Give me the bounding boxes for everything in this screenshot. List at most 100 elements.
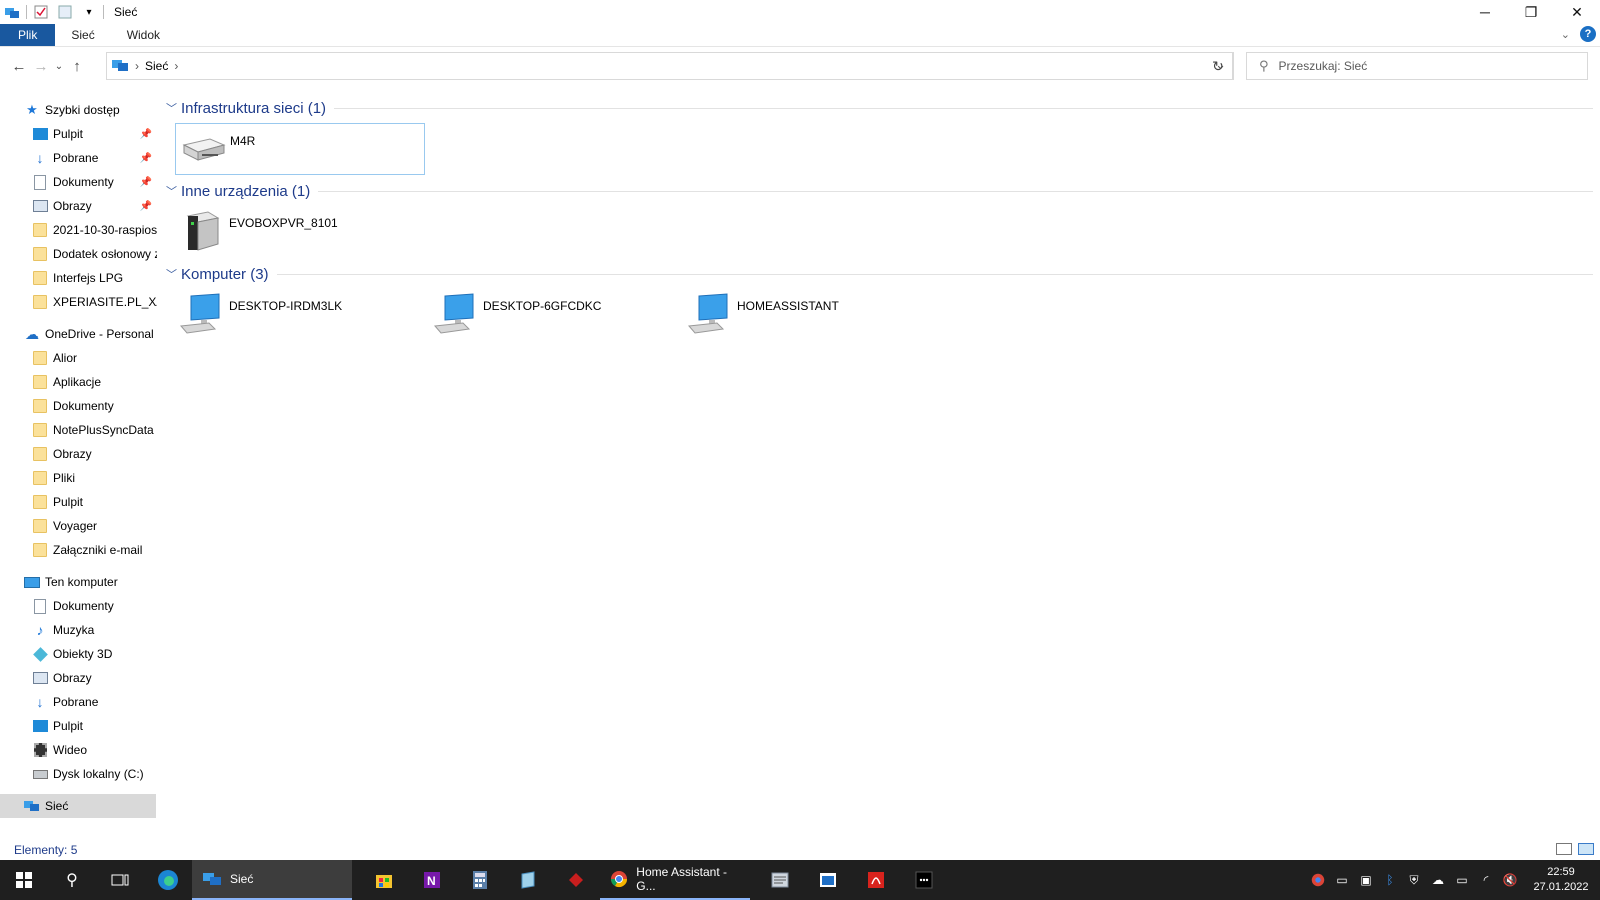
forward-arrow-icon[interactable]: → bbox=[30, 55, 52, 77]
network-app-icon[interactable] bbox=[4, 4, 20, 20]
refresh-button[interactable]: ↻ bbox=[1203, 52, 1234, 80]
pin-icon[interactable]: 📌 bbox=[140, 177, 152, 188]
sidebar-item-local-disk[interactable]: Dysk lokalny (C:) bbox=[0, 762, 157, 786]
device-tile-computer[interactable]: DESKTOP-IRDM3LK bbox=[175, 289, 425, 341]
minimize-button[interactable]: ─ bbox=[1462, 0, 1508, 24]
taskbar-file-explorer[interactable]: Sieć bbox=[192, 860, 352, 900]
sidebar-item-folder[interactable]: Alior bbox=[0, 346, 157, 370]
folder-sync-tray-icon[interactable]: ▭ bbox=[1330, 860, 1354, 900]
sidebar-item-folder[interactable]: Dodatek osłonowy z bbox=[0, 242, 157, 266]
group-header-other-devices[interactable]: ﹀ Inne urządzenia (1) bbox=[163, 181, 1593, 201]
sidebar-item-quick-access[interactable]: ★ Szybki dostęp bbox=[0, 98, 157, 122]
sidebar-item-folder[interactable]: NotePlusSyncData bbox=[0, 418, 157, 442]
sidebar-item-documents[interactable]: Dokumenty 📌 bbox=[0, 170, 157, 194]
device-tile-media-box[interactable]: EVOBOXPVR_8101 bbox=[175, 206, 425, 258]
customize-toolbar-dropdown-icon[interactable]: ▾ bbox=[81, 4, 97, 20]
collapse-chevron-icon[interactable]: ﹀ bbox=[166, 183, 177, 199]
onenote-icon[interactable]: N bbox=[408, 860, 456, 900]
properties-icon[interactable] bbox=[33, 4, 49, 20]
messaging-app-icon[interactable] bbox=[900, 860, 948, 900]
breadcrumb-separator-icon[interactable]: › bbox=[174, 59, 178, 73]
window-app-icon[interactable] bbox=[804, 860, 852, 900]
group-header-computers[interactable]: ﹀ Komputer (3) bbox=[163, 264, 1593, 284]
search-box[interactable]: ⚲ Przeszukaj: Sieć bbox=[1246, 52, 1588, 80]
sidebar-item-desktop[interactable]: Pulpit bbox=[0, 714, 157, 738]
device-tile-computer[interactable]: DESKTOP-6GFCDKC bbox=[429, 289, 679, 341]
navigation-pane[interactable]: ★ Szybki dostęp Pulpit 📌 ↓ Pobrane 📌 Dok… bbox=[0, 98, 157, 818]
new-folder-icon[interactable] bbox=[57, 4, 73, 20]
details-view-icon[interactable] bbox=[1556, 843, 1572, 855]
sidebar-item-folder[interactable]: XPERIASITE.PL_XA1_ bbox=[0, 290, 157, 314]
sidebar-item-music[interactable]: ♪ Muzyka bbox=[0, 618, 157, 642]
sidebar-item-videos[interactable]: Wideo bbox=[0, 738, 157, 762]
recent-locations-chevron-icon[interactable]: ⌄ bbox=[52, 55, 66, 77]
sidebar-item-pictures[interactable]: Obrazy 📌 bbox=[0, 194, 157, 218]
task-view-icon[interactable] bbox=[96, 860, 144, 900]
address-bar[interactable]: › Sieć › ⌄ bbox=[106, 52, 1233, 80]
tab-network[interactable]: Sieć bbox=[55, 24, 110, 46]
store-icon[interactable] bbox=[360, 860, 408, 900]
bluetooth-icon[interactable]: ᛒ bbox=[1378, 860, 1402, 900]
pin-icon[interactable]: 📌 bbox=[140, 201, 152, 212]
clock[interactable]: 22:59 27.01.2022 bbox=[1522, 860, 1600, 900]
desktop-icon bbox=[32, 718, 48, 734]
sidebar-item-folder[interactable]: 2021-10-30-raspios- bbox=[0, 218, 157, 242]
notepad-icon[interactable] bbox=[504, 860, 552, 900]
content-pane[interactable]: ﹀ Infrastruktura sieci (1) M4R ﹀ Inne ur… bbox=[163, 98, 1600, 838]
sidebar-item-folder[interactable]: Obrazy bbox=[0, 442, 157, 466]
maximize-button[interactable]: ❐ bbox=[1508, 0, 1554, 24]
volume-muted-icon[interactable]: 🔇 bbox=[1498, 860, 1522, 900]
window-controls: ─ ❐ ✕ bbox=[1462, 0, 1600, 24]
battery-icon[interactable]: ▭ bbox=[1450, 860, 1474, 900]
collapse-chevron-icon[interactable]: ﹀ bbox=[166, 266, 177, 282]
chrome-tray-icon[interactable] bbox=[1306, 860, 1330, 900]
edge-browser-icon[interactable] bbox=[144, 860, 192, 900]
sidebar-item-network[interactable]: Sieć bbox=[0, 794, 156, 818]
pin-icon[interactable]: 📌 bbox=[140, 129, 152, 140]
sidebar-item-folder[interactable]: Aplikacje bbox=[0, 370, 157, 394]
tab-file[interactable]: Plik bbox=[0, 24, 56, 46]
red-app-icon[interactable] bbox=[552, 860, 600, 900]
back-arrow-icon[interactable]: ← bbox=[8, 55, 30, 77]
taskbar-chrome[interactable]: Home Assistant - G... bbox=[600, 860, 750, 900]
sidebar-item-folder[interactable]: Załączniki e-mail bbox=[0, 538, 157, 562]
document-scanner-icon[interactable] bbox=[756, 860, 804, 900]
sidebar-item-folder[interactable]: Pulpit bbox=[0, 490, 157, 514]
breadcrumb-separator-icon[interactable]: › bbox=[135, 59, 139, 73]
sidebar-item-folder[interactable]: Pliki bbox=[0, 466, 157, 490]
sidebar-item-documents[interactable]: Dokumenty bbox=[0, 594, 157, 618]
tab-view[interactable]: Widok bbox=[111, 24, 176, 46]
sidebar-item-label: Dokumenty bbox=[53, 599, 114, 613]
tiles-view-icon[interactable] bbox=[1578, 843, 1594, 855]
sidebar-item-onedrive[interactable]: ☁ OneDrive - Personal bbox=[0, 322, 157, 346]
sidebar-item-folder[interactable]: Interfejs LPG bbox=[0, 266, 157, 290]
sidebar-item-3d-objects[interactable]: Obiekty 3D bbox=[0, 642, 157, 666]
device-tile-computer[interactable]: HOMEASSISTANT bbox=[683, 289, 933, 341]
security-shield-icon[interactable]: ⛨ bbox=[1402, 860, 1426, 900]
sidebar-item-this-pc[interactable]: Ten komputer bbox=[0, 570, 157, 594]
calculator-icon[interactable] bbox=[456, 860, 504, 900]
sidebar-item-folder[interactable]: Dokumenty bbox=[0, 394, 157, 418]
sidebar-item-folder[interactable]: Voyager bbox=[0, 514, 157, 538]
expand-ribbon-chevron-icon[interactable]: ⌄ bbox=[1561, 28, 1570, 41]
wifi-icon[interactable]: ◜ bbox=[1474, 860, 1498, 900]
ribbon-right-controls: ⌄ ? bbox=[1561, 26, 1596, 42]
onedrive-cloud-icon[interactable]: ☁ bbox=[1426, 860, 1450, 900]
monitor-tray-icon[interactable]: ▣ bbox=[1354, 860, 1378, 900]
sidebar-item-downloads[interactable]: ↓ Pobrane bbox=[0, 690, 157, 714]
pin-icon[interactable]: 📌 bbox=[140, 153, 152, 164]
close-button[interactable]: ✕ bbox=[1554, 0, 1600, 24]
help-icon[interactable]: ? bbox=[1580, 26, 1596, 42]
sidebar-item-pictures[interactable]: Obrazy bbox=[0, 666, 157, 690]
start-windows-icon[interactable] bbox=[0, 860, 48, 900]
breadcrumb-network[interactable]: Sieć bbox=[145, 59, 168, 73]
group-header-network-infrastructure[interactable]: ﹀ Infrastruktura sieci (1) bbox=[163, 98, 1593, 118]
device-tile-router[interactable]: M4R bbox=[175, 123, 425, 175]
pdf-reader-icon[interactable] bbox=[852, 860, 900, 900]
collapse-chevron-icon[interactable]: ﹀ bbox=[166, 100, 177, 116]
item-count: Elementy: 5 bbox=[14, 843, 78, 857]
up-arrow-icon[interactable]: ↑ bbox=[66, 55, 88, 77]
sidebar-item-desktop[interactable]: Pulpit 📌 bbox=[0, 122, 157, 146]
search-icon[interactable]: ⚲ bbox=[48, 860, 96, 900]
sidebar-item-downloads[interactable]: ↓ Pobrane 📌 bbox=[0, 146, 157, 170]
